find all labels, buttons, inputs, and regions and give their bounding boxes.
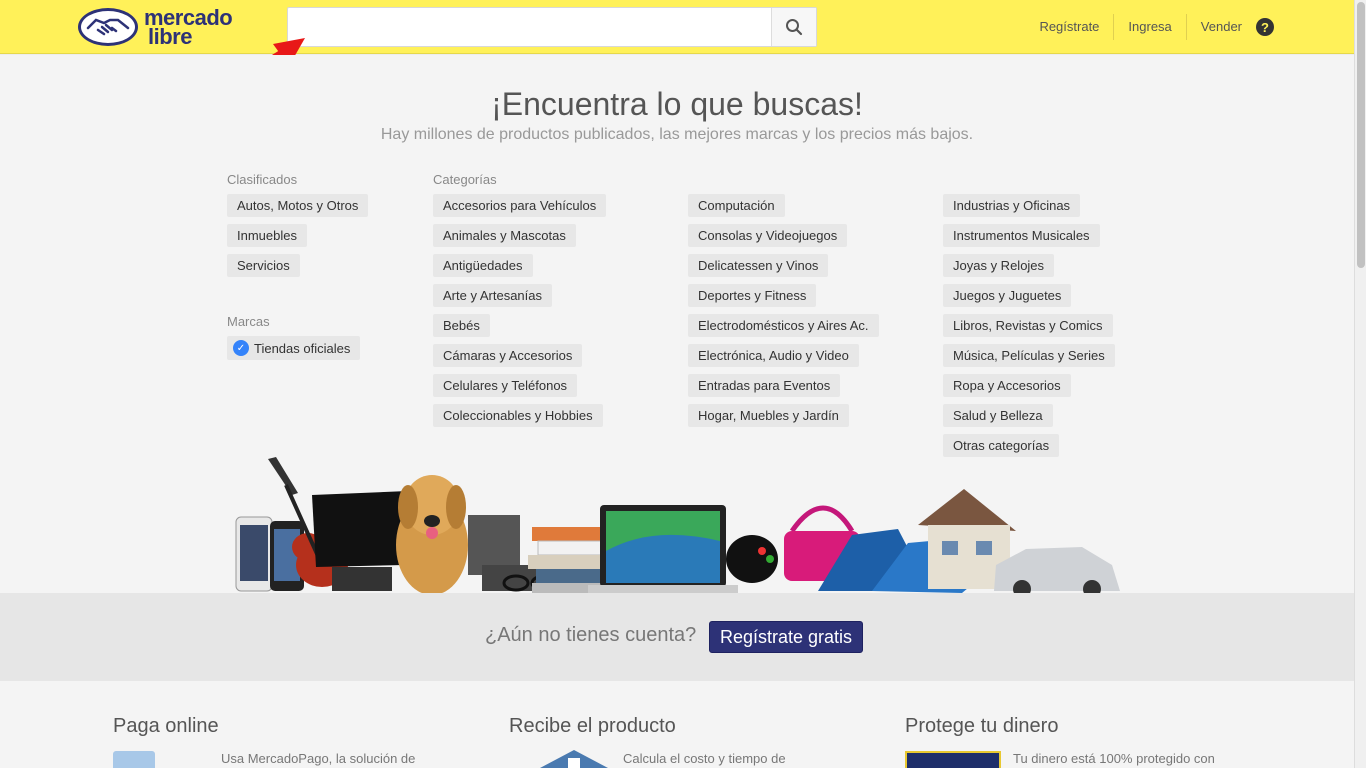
category-link[interactable]: Entradas para Eventos <box>688 374 841 397</box>
category-link[interactable]: Autos, Motos y Otros <box>227 194 369 217</box>
category-link[interactable]: Antigüedades <box>433 254 533 277</box>
help-icon[interactable]: ? <box>1256 18 1274 36</box>
category-link[interactable]: Joyas y Relojes <box>943 254 1055 277</box>
category-link[interactable]: Delicatessen y Vinos <box>688 254 829 277</box>
feature-text: Calcula el costo y tiempo de <box>623 751 786 766</box>
marcas-title: Marcas <box>227 314 270 329</box>
feature-title: Paga online <box>113 715 219 737</box>
login-link[interactable]: Ingresa <box>1114 14 1187 40</box>
category-link[interactable]: Libros, Revistas y Comics <box>943 314 1113 337</box>
register-link[interactable]: Regístrate <box>1025 14 1115 40</box>
scrollbar-thumb[interactable] <box>1357 2 1365 268</box>
category-link[interactable]: Electrónica, Audio y Video <box>688 344 859 367</box>
category-link[interactable]: Cámaras y Accesorios <box>433 344 583 367</box>
hero-subtitle: Hay millones de productos publicados, la… <box>380 126 974 143</box>
header-nav: Regístrate Ingresa Vender ? <box>1025 14 1274 40</box>
category-link[interactable]: Hogar, Muebles y Jardín <box>688 404 849 427</box>
register-free-button[interactable]: Regístrate gratis <box>709 621 863 653</box>
box-shipping-icon <box>540 750 608 768</box>
features-section: Paga online Usa MercadoPago, la solución… <box>0 681 1354 768</box>
products-collage-image <box>235 457 1120 593</box>
category-link[interactable]: Electrodomésticos y Aires Ac. <box>688 314 879 337</box>
category-link[interactable]: Servicios <box>227 254 300 277</box>
category-link[interactable]: Bebés <box>433 314 490 337</box>
category-link[interactable]: Consolas y Videojuegos <box>688 224 848 247</box>
category-link[interactable]: Coleccionables y Hobbies <box>433 404 603 427</box>
category-link[interactable]: Ropa y Accesorios <box>943 374 1071 397</box>
feature-title: Protege tu dinero <box>905 715 1059 737</box>
official-stores-label: Tiendas oficiales <box>254 340 351 356</box>
category-link[interactable]: Salud y Belleza <box>943 404 1053 427</box>
feature-text: Tu dinero está 100% protegido con <box>1013 751 1215 766</box>
clasificados-title: Clasificados <box>227 172 298 187</box>
register-banner: ¿Aún no tienes cuenta? Regístrate gratis <box>0 593 1354 681</box>
shield-protection-icon <box>905 751 1001 768</box>
page-scrollbar[interactable] <box>1354 0 1366 768</box>
category-link[interactable]: Industrias y Oficinas <box>943 194 1081 217</box>
hero-title: ¡Encuentra lo que buscas! <box>491 86 863 122</box>
category-link[interactable]: Instrumentos Musicales <box>943 224 1100 247</box>
search-button[interactable] <box>771 8 816 46</box>
search-input[interactable] <box>288 8 771 46</box>
category-link[interactable]: Deportes y Fitness <box>688 284 817 307</box>
category-link[interactable]: Arte y Artesanías <box>433 284 552 307</box>
official-stores-link[interactable]: ✓ Tiendas oficiales <box>227 336 361 360</box>
category-link[interactable]: Accesorios para Vehículos <box>433 194 607 217</box>
search-bar <box>287 7 817 47</box>
search-icon <box>786 19 803 36</box>
category-link[interactable]: Otras categorías <box>943 434 1060 457</box>
no-account-question: ¿Aún no tienes cuenta? <box>485 624 697 646</box>
sell-link[interactable]: Vender <box>1187 14 1248 40</box>
category-link[interactable]: Celulares y Teléfonos <box>433 374 578 397</box>
feature-title: Recibe el producto <box>509 715 676 737</box>
handshake-icon <box>78 8 138 46</box>
category-link[interactable]: Música, Películas y Series <box>943 344 1115 367</box>
category-link[interactable]: Computación <box>688 194 785 217</box>
feature-text: Usa MercadoPago, la solución de <box>221 751 416 766</box>
verified-check-icon: ✓ <box>233 340 249 356</box>
category-link[interactable]: Juegos y Juguetes <box>943 284 1072 307</box>
categorias-title: Categorías <box>433 172 497 187</box>
credit-card-icon <box>113 751 155 768</box>
category-link[interactable]: Inmuebles <box>227 224 307 247</box>
category-link[interactable]: Animales y Mascotas <box>433 224 576 247</box>
hero-section: ¡Encuentra lo que buscas! Hay millones d… <box>0 55 1354 593</box>
